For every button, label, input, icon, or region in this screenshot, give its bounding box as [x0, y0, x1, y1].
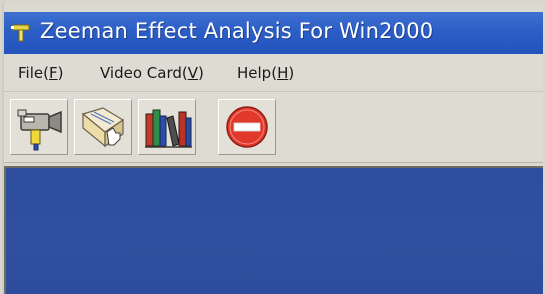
menu-help-suffix: ) — [288, 64, 295, 82]
menu-help[interactable]: Help(H) — [237, 64, 294, 82]
app-window: Zeeman Effect Analysis For Win2000 File(… — [2, 2, 543, 294]
video-camera-icon — [17, 109, 62, 151]
menu-file-mnemonic: F — [48, 64, 58, 82]
menu-video-card[interactable]: Video Card(V) — [100, 64, 204, 82]
open-file-button[interactable] — [74, 99, 132, 155]
menu-bar: File(F) Video Card(V) Help(H) — [4, 55, 543, 92]
menu-help-label: Help( — [237, 64, 278, 82]
stop-button[interactable] — [218, 99, 276, 155]
menu-file-suffix: ) — [57, 64, 64, 82]
menu-help-mnemonic: H — [277, 64, 289, 82]
window-title: Zeeman Effect Analysis For Win2000 — [40, 19, 434, 43]
menu-file[interactable]: File(F) — [18, 64, 63, 82]
video-capture-button[interactable] — [10, 99, 68, 155]
title-bar[interactable]: Zeeman Effect Analysis For Win2000 — [4, 12, 543, 54]
client-area[interactable] — [4, 166, 543, 294]
stop-icon — [226, 106, 268, 148]
menu-file-label: File( — [18, 64, 49, 82]
menu-video-card-suffix: ) — [198, 64, 204, 82]
toolbar — [4, 92, 543, 163]
menu-video-card-mnemonic: V — [187, 64, 199, 82]
app-icon — [11, 24, 30, 42]
books-library-icon — [145, 109, 192, 148]
menu-video-card-label: Video Card( — [100, 64, 188, 82]
open-document-icon — [81, 107, 125, 148]
library-button[interactable] — [138, 99, 196, 155]
